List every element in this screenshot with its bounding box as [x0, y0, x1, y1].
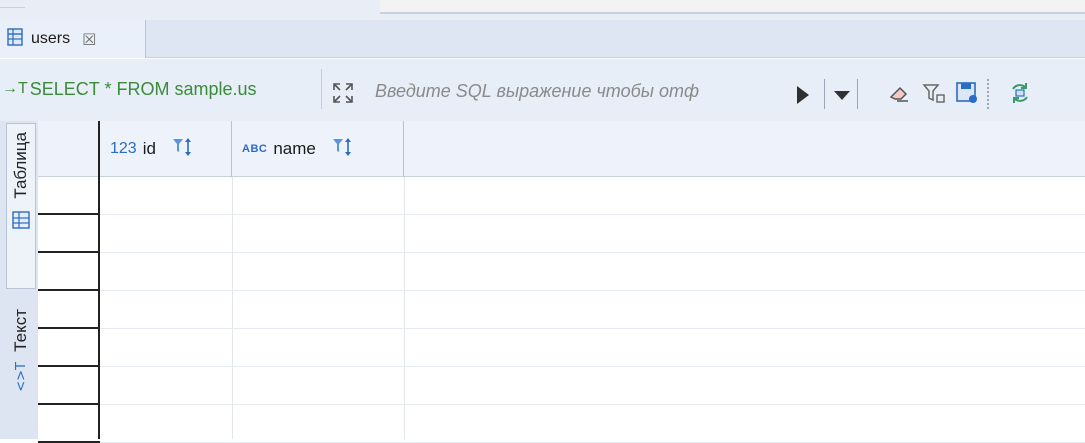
filter-input[interactable]: Введите SQL выражение чтобы отф — [375, 81, 795, 107]
table-row — [38, 177, 1085, 215]
text-icon: <>T — [13, 361, 29, 392]
toolbar-separator — [824, 79, 825, 109]
results-grid: 123 id ABC name — [38, 121, 1085, 443]
refresh-icon[interactable] — [1007, 80, 1033, 106]
dropdown-icon[interactable] — [834, 91, 850, 100]
tab-users[interactable]: users ☒ — [0, 20, 146, 58]
table-row — [38, 215, 1085, 253]
column-label: id — [142, 139, 156, 158]
query-text: SELECT * FROM sample.us — [29, 78, 257, 99]
tab-label: users — [31, 30, 71, 47]
side-tab-table[interactable]: Таблица — [6, 123, 36, 289]
expand-icon[interactable] — [331, 81, 355, 105]
grid-icon — [12, 210, 30, 233]
query-icon: →T — [2, 80, 28, 97]
results-toolbar: →T SELECT * FROM sample.us Введите SQL в… — [0, 59, 1085, 121]
toolbar-separator — [987, 79, 989, 109]
eraser-icon[interactable] — [886, 80, 912, 106]
row-number-column — [38, 121, 100, 439]
top-right-fragment — [380, 0, 1085, 14]
table-icon — [7, 28, 23, 50]
save-filter-icon[interactable] — [954, 80, 980, 106]
toolbar-separator — [857, 79, 858, 109]
column-header-id[interactable]: 123 id — [100, 121, 232, 177]
top-strip — [0, 0, 1085, 20]
side-tab-text-label: Текст — [11, 309, 30, 352]
filter-sort-icon[interactable] — [172, 137, 194, 161]
column-header-name[interactable]: ABC name — [232, 121, 404, 177]
top-left-fragment — [0, 0, 25, 8]
filter-sort-icon[interactable] — [332, 137, 354, 161]
table-row — [38, 291, 1085, 329]
side-tab-table-label: Таблица — [11, 132, 30, 199]
editor-tab-bar: users ☒ — [0, 20, 1085, 58]
string-type-icon: ABC — [242, 143, 268, 155]
column-label: name — [273, 139, 316, 158]
table-row — [38, 367, 1085, 405]
view-switcher: Таблица Текст <>T — [0, 121, 38, 439]
table-row — [38, 253, 1085, 291]
table-row — [38, 329, 1085, 367]
table-row — [38, 405, 1085, 443]
filter-icon[interactable] — [921, 80, 947, 106]
number-type-icon: 123 — [110, 140, 137, 157]
side-tab-text[interactable]: Текст <>T — [6, 301, 36, 431]
apply-filter-icon[interactable] — [797, 86, 809, 104]
close-icon[interactable]: ☒ — [82, 30, 96, 49]
query-text-box[interactable]: →T SELECT * FROM sample.us — [0, 69, 322, 109]
